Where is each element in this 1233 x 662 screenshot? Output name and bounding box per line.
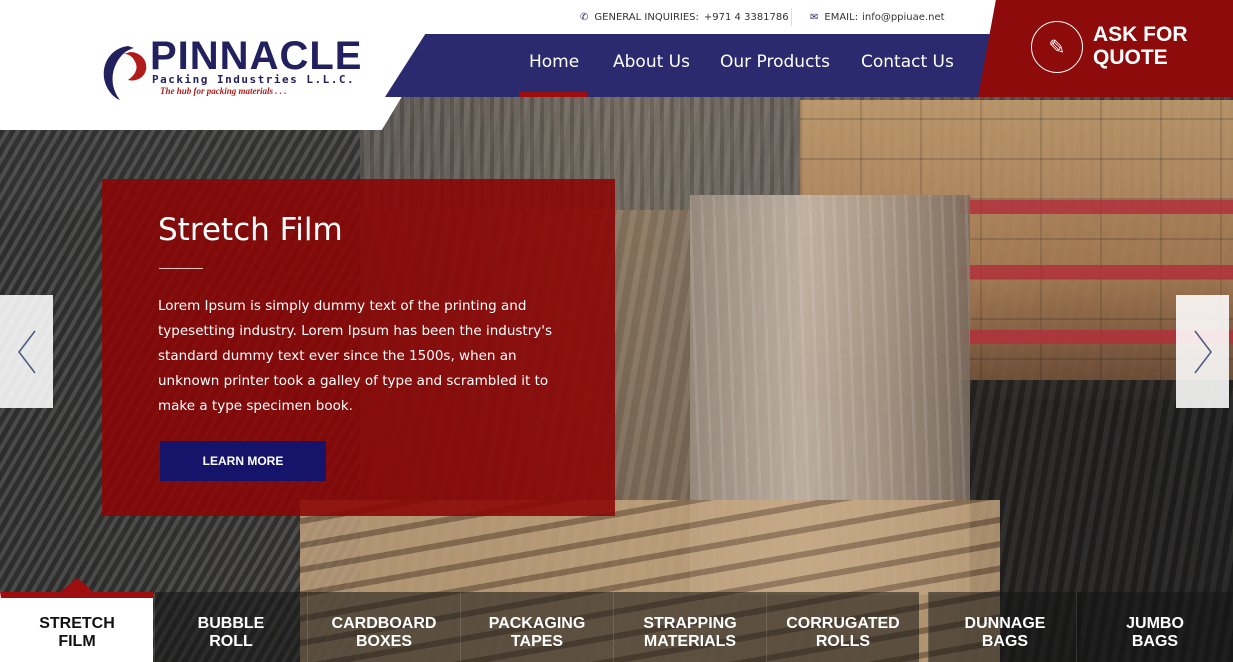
- tab-cardboard-boxes[interactable]: CARDBOARD BOXES: [307, 592, 460, 662]
- tab-strapping-materials[interactable]: STRAPPING MATERIALS: [613, 592, 766, 662]
- tab-jumbo-bags[interactable]: JUMBO BAGS: [1076, 592, 1233, 662]
- rack-beam: [960, 265, 1233, 279]
- tab-label-line: JUMBO: [1126, 615, 1184, 632]
- tab-label-line: DUNNAGE: [964, 615, 1046, 632]
- nav-contact-us[interactable]: Contact Us: [861, 52, 954, 72]
- tab-label-line: ROLLS: [815, 633, 871, 650]
- tab-packaging-tapes[interactable]: PACKAGING TAPES: [460, 592, 613, 662]
- tab-label-line: TAPES: [510, 633, 564, 650]
- nav-our-products[interactable]: Our Products: [720, 52, 830, 72]
- tab-label-line: MATERIALS: [643, 633, 737, 650]
- phone-label: GENERAL INQUIRIES:: [594, 11, 699, 23]
- logo-subtitle: Packing Industries L.L.C.: [152, 73, 356, 86]
- chevron-right-icon: [1193, 330, 1212, 373]
- tab-label-line: PACKAGING: [488, 615, 586, 632]
- tab-label-line: FILM: [58, 633, 96, 650]
- quote-line-1: ASK FOR: [1093, 23, 1188, 46]
- nav-home[interactable]: Home: [529, 52, 579, 72]
- tab-label-line: BAGS: [1131, 633, 1179, 650]
- nav-about-us[interactable]: About Us: [613, 52, 690, 72]
- tab-stretch-film[interactable]: STRETCH FILM: [0, 592, 153, 662]
- slide-description: Lorem Ipsum is simply dummy text of the …: [158, 298, 553, 414]
- rack-beam: [960, 200, 1233, 214]
- slide-caption-panel: Stretch Film Lorem Ipsum is simply dummy…: [102, 179, 615, 516]
- product-tabs: STRETCH FILM BUBBLE ROLL CARDBOARD BOXES PA…: [0, 592, 1233, 662]
- tab-label-line: BOXES: [355, 633, 412, 650]
- email-address: info@ppiuae.net: [862, 11, 945, 23]
- phone-icon: ✆: [580, 11, 589, 23]
- slider-next-button[interactable]: [1176, 295, 1229, 408]
- contact-phone[interactable]: ✆ GENERAL INQUIRIES: +971 4 3381786: [580, 9, 789, 25]
- logo-name: PINNACLE: [150, 34, 363, 78]
- tab-label-line: ROLL: [209, 633, 253, 650]
- tab-label-line: BUBBLE: [197, 615, 265, 632]
- logo-tagline: The hub for packing materials . . .: [160, 86, 287, 96]
- slide-title-divider: [159, 268, 203, 269]
- slide-title: Stretch Film: [158, 212, 343, 248]
- tab-label-line: CORRUGATED: [786, 615, 900, 632]
- logo[interactable]: PINNACLE Packing Industries L.L.C. The h…: [100, 34, 370, 104]
- tab-label-line: STRETCH: [39, 615, 115, 632]
- tab-label-line: STRAPPING: [643, 615, 737, 632]
- quote-line-2: QUOTE: [1093, 46, 1168, 69]
- tab-label-line: BAGS: [981, 633, 1029, 650]
- pencil-icon[interactable]: ✎: [1031, 21, 1083, 73]
- tab-label-line: CARDBOARD: [331, 615, 437, 632]
- ask-for-quote-label[interactable]: ASK FOR QUOTE: [1093, 23, 1223, 69]
- phone-number: +971 4 3381786: [703, 11, 789, 23]
- learn-more-button[interactable]: LEARN MORE: [160, 441, 326, 481]
- slider-prev-button[interactable]: [0, 295, 53, 408]
- nav-active-indicator: [519, 92, 587, 97]
- logo-swoosh-icon: [103, 46, 147, 100]
- envelope-icon: ✉: [810, 11, 819, 23]
- tab-dunnage-bags[interactable]: DUNNAGE BAGS: [928, 592, 1081, 662]
- contact-divider: [791, 8, 792, 26]
- contact-email[interactable]: ✉ EMAIL: info@ppiuae.net: [810, 9, 945, 25]
- chevron-left-icon: [17, 330, 36, 373]
- active-tab-notch: [59, 578, 95, 593]
- tab-corrugated-rolls[interactable]: CORRUGATED ROLLS: [766, 592, 919, 662]
- email-label: EMAIL:: [824, 11, 859, 23]
- tab-bubble-roll[interactable]: BUBBLE ROLL: [154, 592, 307, 662]
